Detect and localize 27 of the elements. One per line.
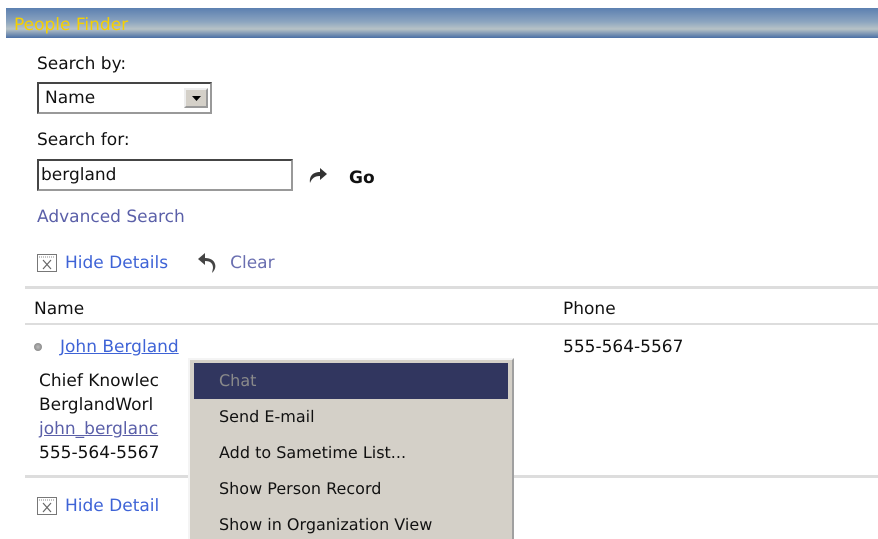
search-field[interactable]: bergland	[37, 159, 293, 191]
search-by-dropdown[interactable]: Name	[37, 82, 212, 114]
go-arrow-icon[interactable]	[307, 166, 329, 184]
window-title: People Finder	[14, 15, 128, 37]
person-name-link[interactable]: John Bergland	[60, 337, 179, 357]
hide-details-link[interactable]: Hide Detail	[65, 496, 160, 516]
search-for-label: Search for:	[37, 130, 131, 150]
column-header: Phone	[563, 299, 617, 319]
menu-item[interactable]: Show Person Record	[194, 471, 508, 507]
hide-details-icon[interactable]	[37, 254, 57, 272]
search-by-label: Search by:	[37, 54, 128, 74]
menu-item[interactable]: Show in Organization View	[194, 507, 508, 539]
undo-arrow-icon[interactable]	[198, 253, 218, 273]
phone-cell-text: 555-564-5567	[563, 337, 684, 357]
column-header: Name	[34, 299, 86, 319]
detail-text: BerglandWorl	[39, 394, 154, 417]
detail-text: Chief Knowlec	[39, 370, 159, 393]
menu-item[interactable]: Add to Sametime List...	[194, 435, 508, 471]
status-dot-icon	[34, 343, 42, 351]
detail-phone: 555-564-5567	[39, 442, 160, 465]
menu-item[interactable]: Send E-mail	[194, 399, 508, 435]
go-button[interactable]: Go	[349, 168, 375, 188]
hide-details-icon[interactable]	[37, 497, 57, 515]
hide-details-link[interactable]: Hide Details	[65, 253, 168, 273]
advanced-search-link[interactable]: Advanced Search	[37, 205, 185, 229]
email-link[interactable]: john_berglanc	[39, 417, 158, 441]
clear-link[interactable]: Clear	[230, 253, 275, 273]
